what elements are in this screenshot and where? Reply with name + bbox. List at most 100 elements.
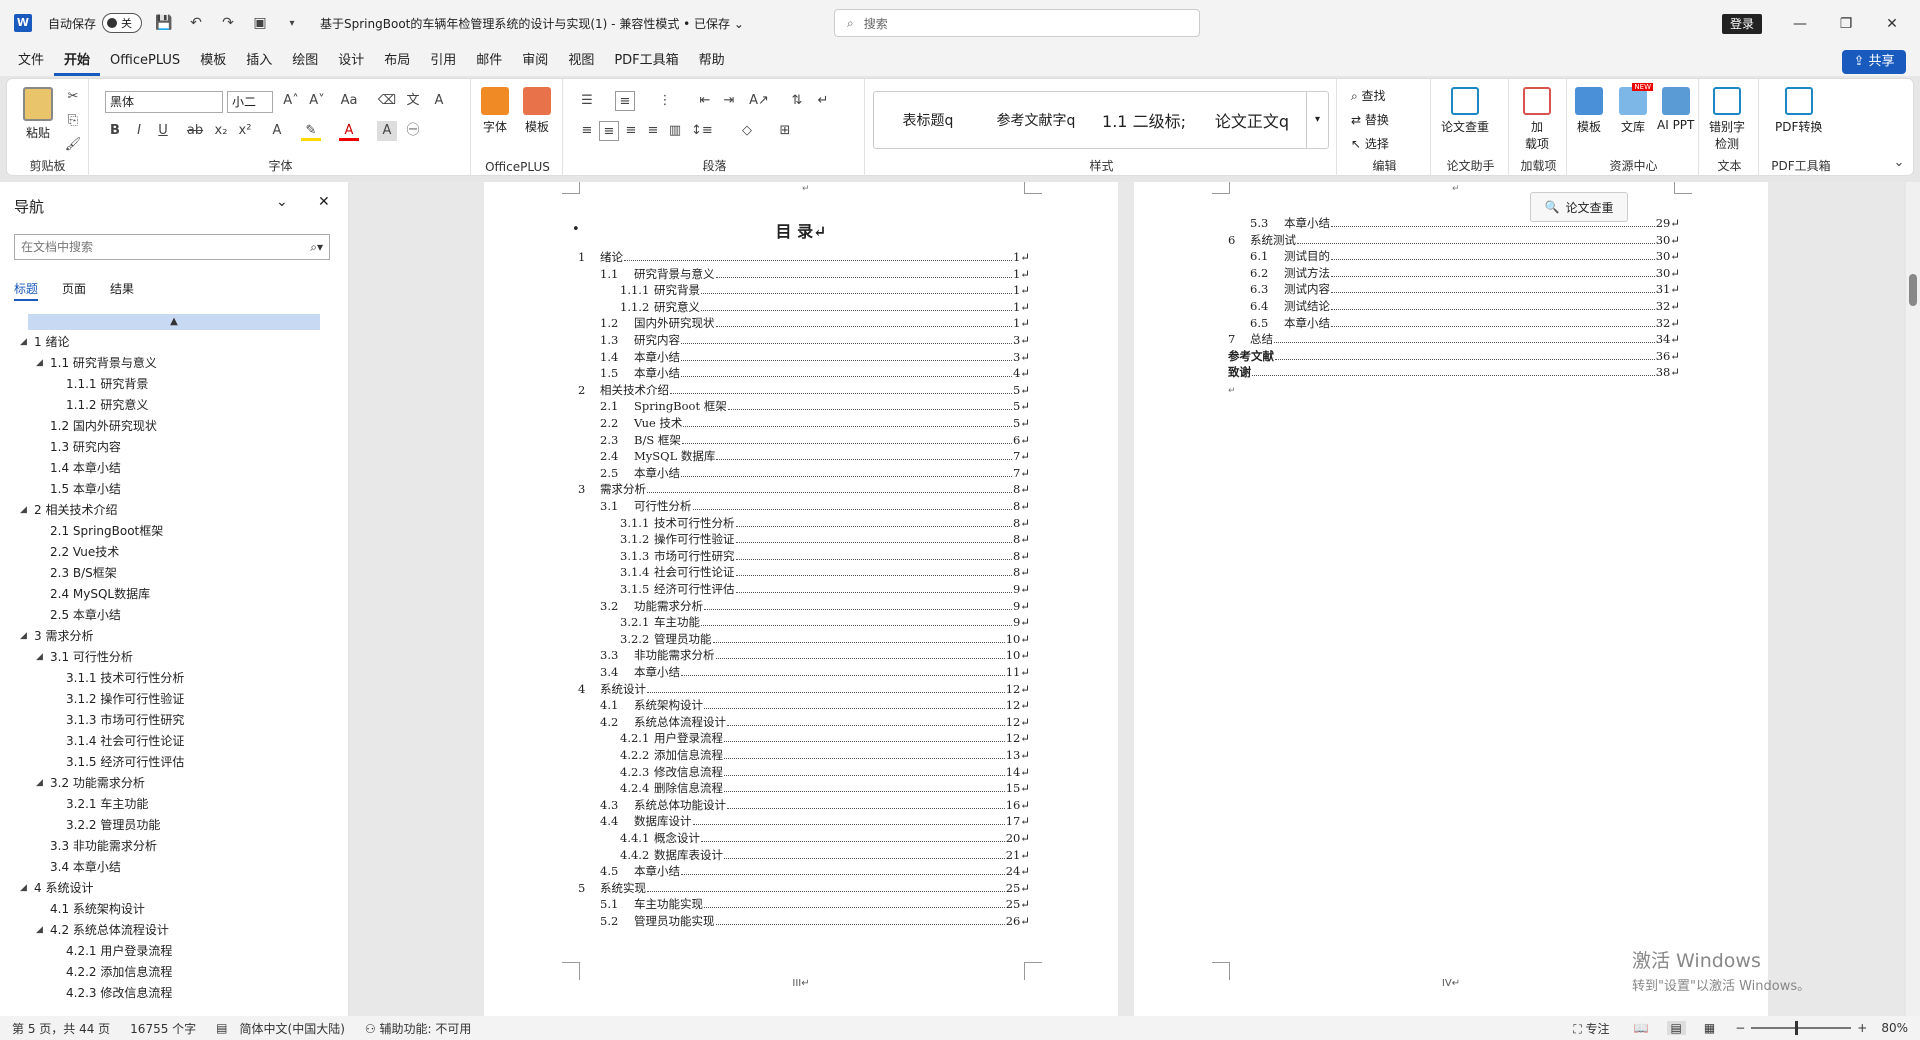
- align-center-icon[interactable]: ≡: [599, 121, 619, 141]
- copy-icon[interactable]: ⎘: [63, 111, 83, 131]
- toc-entry[interactable]: 1.5 本章小结 4↵: [600, 365, 1030, 381]
- maximize-icon[interactable]: ❐: [1836, 14, 1856, 34]
- zoom-slider[interactable]: [1751, 1021, 1852, 1035]
- line-spacing-icon[interactable]: ↕≡: [691, 121, 713, 141]
- menu-tab-6[interactable]: 设计: [328, 46, 374, 76]
- nav-heading-item[interactable]: 3.3 非功能需求分析: [0, 836, 348, 857]
- zoom-in-icon[interactable]: +: [1857, 1021, 1867, 1035]
- toc-entry[interactable]: 2.5 本章小结 7↵: [600, 465, 1030, 481]
- redo-icon[interactable]: ↷: [218, 13, 238, 33]
- underline-icon[interactable]: U: [153, 121, 173, 141]
- chinese-layout-icon[interactable]: A↗: [749, 91, 769, 111]
- toc-entry[interactable]: 3.2 功能需求分析 9↵: [600, 598, 1030, 614]
- toc-entry[interactable]: 5 系统实现 25↵: [578, 880, 1030, 896]
- zoom-slider-thumb[interactable]: [1795, 1021, 1799, 1035]
- nav-options-icon[interactable]: ⌄: [276, 194, 288, 210]
- toc-entry[interactable]: 3.1 可行性分析 8↵: [600, 498, 1030, 514]
- grow-font-icon[interactable]: A˄: [281, 91, 301, 111]
- toc-entry[interactable]: 2.3 B/S 框架 6↵: [600, 432, 1030, 448]
- toc-entry[interactable]: 3.1.4 社会可行性论证 8↵: [620, 564, 1030, 580]
- officeplus-font-button[interactable]: 字体: [481, 87, 509, 135]
- justify-icon[interactable]: ≡: [643, 121, 663, 141]
- nav-heading-item[interactable]: 3.4 本章小结: [0, 857, 348, 878]
- collapse-ribbon-icon[interactable]: ⌄: [1889, 153, 1909, 173]
- addins-button[interactable]: 加 载项: [1523, 87, 1551, 152]
- nav-heading-item[interactable]: 1.5 本章小结: [0, 479, 348, 500]
- toc-entry[interactable]: 4.1 系统架构设计 12↵: [600, 697, 1030, 713]
- toc-entry[interactable]: 4.2.1 用户登录流程 12↵: [620, 730, 1030, 746]
- expand-arrow-icon[interactable]: ◢: [36, 773, 43, 794]
- toc-entry[interactable]: 6.5 本章小结 32↵: [1250, 315, 1680, 331]
- nav-heading-item[interactable]: 2.5 本章小结: [0, 605, 348, 626]
- style-item-table-title[interactable]: 表标题q: [874, 110, 982, 130]
- font-name-select[interactable]: 黑体: [105, 91, 223, 113]
- sort-icon[interactable]: ⇅: [787, 91, 807, 111]
- undo-icon[interactable]: ↶: [186, 13, 206, 33]
- paste-button[interactable]: 粘贴: [23, 87, 53, 141]
- expand-arrow-icon[interactable]: ◢: [20, 878, 27, 899]
- increase-indent-icon[interactable]: ⇥: [719, 91, 739, 111]
- decrease-indent-icon[interactable]: ⇤: [695, 91, 715, 111]
- nav-heading-item[interactable]: 1.2 国内外研究现状: [0, 416, 348, 437]
- login-button[interactable]: 登录: [1722, 14, 1762, 34]
- toc-entry[interactable]: 7 总结 34↵: [1228, 331, 1680, 347]
- toc-entry[interactable]: 4.5 本章小结 24↵: [600, 863, 1030, 879]
- toc-entry[interactable]: 3.1.3 市场可行性研究 8↵: [620, 548, 1030, 564]
- menu-tab-13[interactable]: 帮助: [689, 46, 735, 76]
- clear-format-icon[interactable]: ⌫: [377, 91, 397, 111]
- nav-heading-item[interactable]: 1.3 研究内容: [0, 437, 348, 458]
- style-item-reference[interactable]: 参考文献字q: [982, 110, 1090, 130]
- change-case-icon[interactable]: Aa: [339, 91, 359, 111]
- menu-tab-2[interactable]: OfficePLUS: [100, 46, 190, 76]
- vertical-scrollbar[interactable]: [1906, 182, 1920, 1016]
- document-title[interactable]: 基于SpringBoot的车辆年检管理系统的设计与实现(1) - 兼容性模式 •…: [320, 15, 744, 32]
- toc-entry[interactable]: 5.1 车主功能实现 25↵: [600, 896, 1030, 912]
- toc-entry[interactable]: 1.4 本章小结 3↵: [600, 349, 1030, 365]
- toc-entry[interactable]: 4.2.2 添加信息流程 13↵: [620, 747, 1030, 763]
- toc-entry[interactable]: 3.3 非功能需求分析 10↵: [600, 647, 1030, 663]
- toc-entry[interactable]: 4 系统设计 12↵: [578, 681, 1030, 697]
- toc-entry[interactable]: 3.1.2 操作可行性验证 8↵: [620, 531, 1030, 547]
- strikethrough-icon[interactable]: ab: [185, 121, 205, 141]
- borders-icon[interactable]: ⊞: [775, 121, 795, 141]
- toc-entry[interactable]: 4.4 数据库设计 17↵: [600, 813, 1030, 829]
- nav-heading-item[interactable]: ◢ 3.1 可行性分析: [0, 647, 348, 668]
- nav-heading-item[interactable]: 3.1.1 技术可行性分析: [0, 668, 348, 689]
- search-input[interactable]: ⌕ 搜索: [834, 9, 1200, 37]
- menu-tab-8[interactable]: 引用: [420, 46, 466, 76]
- toc-entry[interactable]: 4.2.4 删除信息流程 15↵: [620, 780, 1030, 796]
- nav-heading-item[interactable]: 1.1.2 研究意义: [0, 395, 348, 416]
- toc-entry[interactable]: 6.1 测试目的 30↵: [1250, 248, 1680, 264]
- toc-entry[interactable]: 1 绪论 1↵: [578, 249, 1030, 265]
- toc-entry[interactable]: 2.1 SpringBoot 框架 5↵: [600, 398, 1030, 414]
- nav-heading-item[interactable]: ◢ 4 系统设计: [0, 878, 348, 899]
- expand-arrow-icon[interactable]: ◢: [36, 920, 43, 941]
- toc-entry[interactable]: 4.4.1 概念设计 20↵: [620, 830, 1030, 846]
- nav-tab-pages[interactable]: 页面: [62, 280, 86, 301]
- toc-entry[interactable]: 致谢 38↵: [1228, 364, 1680, 380]
- plagiarism-check-button[interactable]: 论文查重: [1441, 87, 1489, 135]
- menu-tab-12[interactable]: PDF工具箱: [604, 46, 688, 76]
- nav-heading-item[interactable]: ◢ 3 需求分析: [0, 626, 348, 647]
- toc-entry[interactable]: 3.1.5 经济可行性评估 9↵: [620, 581, 1030, 597]
- library-button[interactable]: NEW 文库: [1619, 83, 1653, 135]
- nav-heading-item[interactable]: 3.1.2 操作可行性验证: [0, 689, 348, 710]
- zoom-level[interactable]: 80%: [1881, 1021, 1908, 1035]
- toc-entry[interactable]: 1.1.2 研究意义 1↵: [620, 299, 1030, 315]
- toc-entry[interactable]: 4.2.3 修改信息流程 14↵: [620, 764, 1030, 780]
- font-size-select[interactable]: 小二: [227, 91, 273, 113]
- nav-heading-item[interactable]: 1.4 本章小结: [0, 458, 348, 479]
- web-layout-icon[interactable]: ▦: [1704, 1021, 1715, 1035]
- zoom-out-icon[interactable]: −: [1735, 1021, 1745, 1035]
- nav-search-icon[interactable]: ⌕▾: [310, 235, 323, 259]
- nav-heading-item[interactable]: 3.2.1 车主功能: [0, 794, 348, 815]
- style-item-heading2[interactable]: 1.1 二级标;: [1090, 108, 1198, 132]
- menu-tab-1[interactable]: 开始: [54, 46, 101, 76]
- expand-arrow-icon[interactable]: ◢: [20, 332, 27, 353]
- nav-search-input[interactable]: 在文档中搜索 ⌕▾: [14, 234, 330, 260]
- expand-arrow-icon[interactable]: ◢: [36, 353, 43, 374]
- nav-heading-item[interactable]: ◢ 1 绪论: [0, 332, 348, 353]
- nav-tab-results[interactable]: 结果: [110, 280, 134, 301]
- nav-heading-item[interactable]: ◢ 1.1 研究背景与意义: [0, 353, 348, 374]
- nav-heading-item[interactable]: 4.2.1 用户登录流程: [0, 941, 348, 962]
